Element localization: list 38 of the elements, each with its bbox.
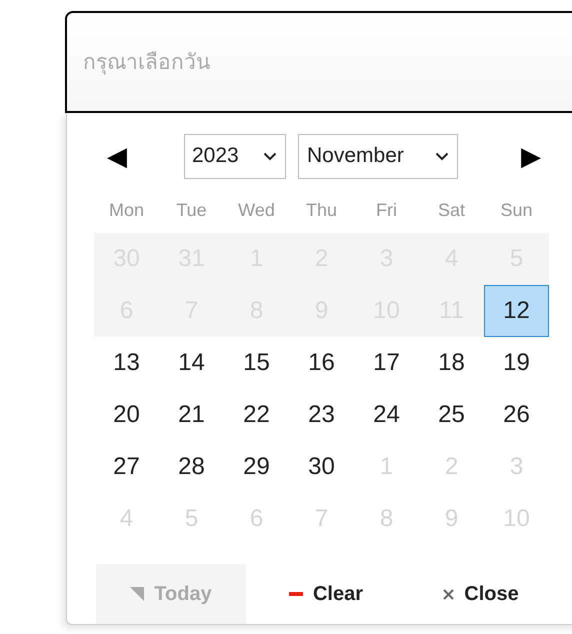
day-cell[interactable]: 12 (484, 285, 549, 337)
day-cell[interactable]: 24 (354, 389, 419, 441)
next-month-button[interactable]: ▶ (516, 143, 546, 169)
month-select[interactable]: November (298, 134, 458, 178)
date-input-field[interactable]: กรุณาเลือกวัน (65, 11, 572, 113)
day-cell[interactable]: 17 (354, 337, 419, 389)
minus-icon (288, 592, 303, 596)
chevron-down-icon (263, 152, 277, 160)
day-cell[interactable]: 26 (484, 389, 549, 441)
day-cell[interactable]: 23 (289, 389, 354, 441)
weekday-label: Thu (304, 199, 338, 222)
year-select[interactable]: 2023 (184, 134, 286, 178)
day-cell[interactable]: 16 (289, 337, 354, 389)
weekday-label: Sun (499, 199, 534, 222)
day-cell[interactable]: 18 (419, 337, 484, 389)
day-cell[interactable]: 25 (419, 389, 484, 441)
day-cell[interactable]: 30 (289, 441, 354, 493)
close-button[interactable]: Close (406, 564, 556, 624)
day-cell[interactable]: 21 (159, 389, 224, 441)
previous-month-button[interactable]: ◀ (102, 143, 132, 169)
day-cell[interactable]: 28 (159, 441, 224, 493)
day-cell[interactable]: 15 (224, 337, 289, 389)
weekday-label: Sat (436, 199, 466, 222)
day-cell[interactable]: 13 (94, 337, 159, 389)
weekday-label: Wed (237, 199, 276, 222)
triangle-icon (130, 587, 144, 601)
close-icon (443, 588, 454, 600)
day-cell[interactable]: 22 (224, 389, 289, 441)
day-cell[interactable]: 29 (224, 441, 289, 493)
clear-button[interactable]: Clear (251, 564, 401, 624)
day-cell[interactable]: 14 (159, 337, 224, 389)
weekday-label: Mon (108, 199, 145, 222)
chevron-down-icon (435, 152, 449, 160)
day-cell[interactable]: 20 (94, 389, 159, 441)
weekday-label: Fri (375, 199, 398, 222)
day-cell[interactable]: 27 (94, 441, 159, 493)
weekday-label: Tue (175, 199, 208, 222)
day-cell[interactable]: 19 (484, 337, 549, 389)
